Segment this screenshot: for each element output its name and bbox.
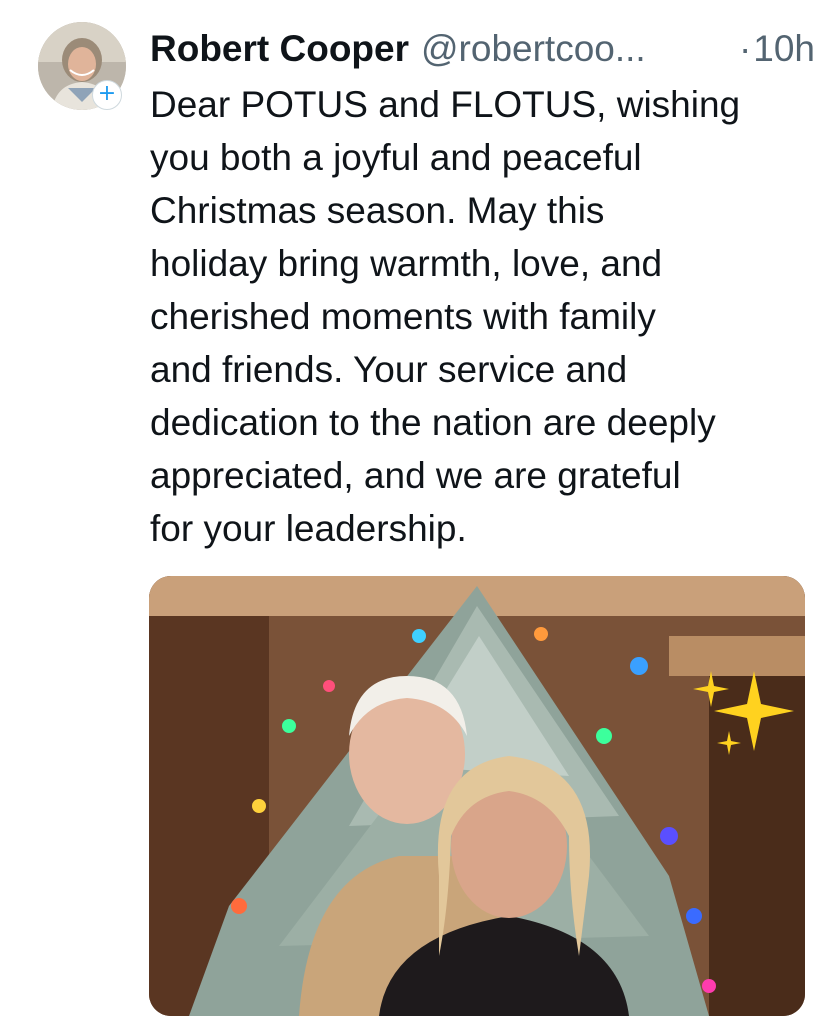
tweet-text-line: and friends. Your service and — [150, 349, 628, 390]
tweet-text-line: dedication to the nation are deeply — [150, 402, 716, 443]
author-name[interactable]: Robert Cooper — [150, 28, 409, 70]
tweet-text-line: for your leadership. — [150, 508, 467, 549]
tweet-text: Dear POTUS and FLOTUS, wishing you both … — [150, 78, 820, 555]
plus-icon[interactable]: + — [92, 80, 122, 110]
tweet-text-line: cherished moments with family — [150, 296, 656, 337]
tweet-text-line: you both a joyful and peaceful — [150, 137, 642, 178]
tweet-media-photo[interactable] — [149, 576, 805, 1016]
tweet-text-line: appreciated, and we are grateful — [150, 455, 681, 496]
tweet-text-line: Dear POTUS and FLOTUS, wishing — [150, 84, 741, 125]
separator-dot: · — [738, 28, 752, 69]
author-handle[interactable]: @robertcoo... — [421, 28, 646, 70]
tweet-header: Robert Cooper @robertcoo... · 10h — [150, 24, 815, 74]
tweet-text-line: Christmas season. May this — [150, 190, 605, 231]
timestamp[interactable]: 10h — [753, 28, 815, 70]
tweet-text-line: holiday bring warmth, love, and — [150, 243, 663, 284]
